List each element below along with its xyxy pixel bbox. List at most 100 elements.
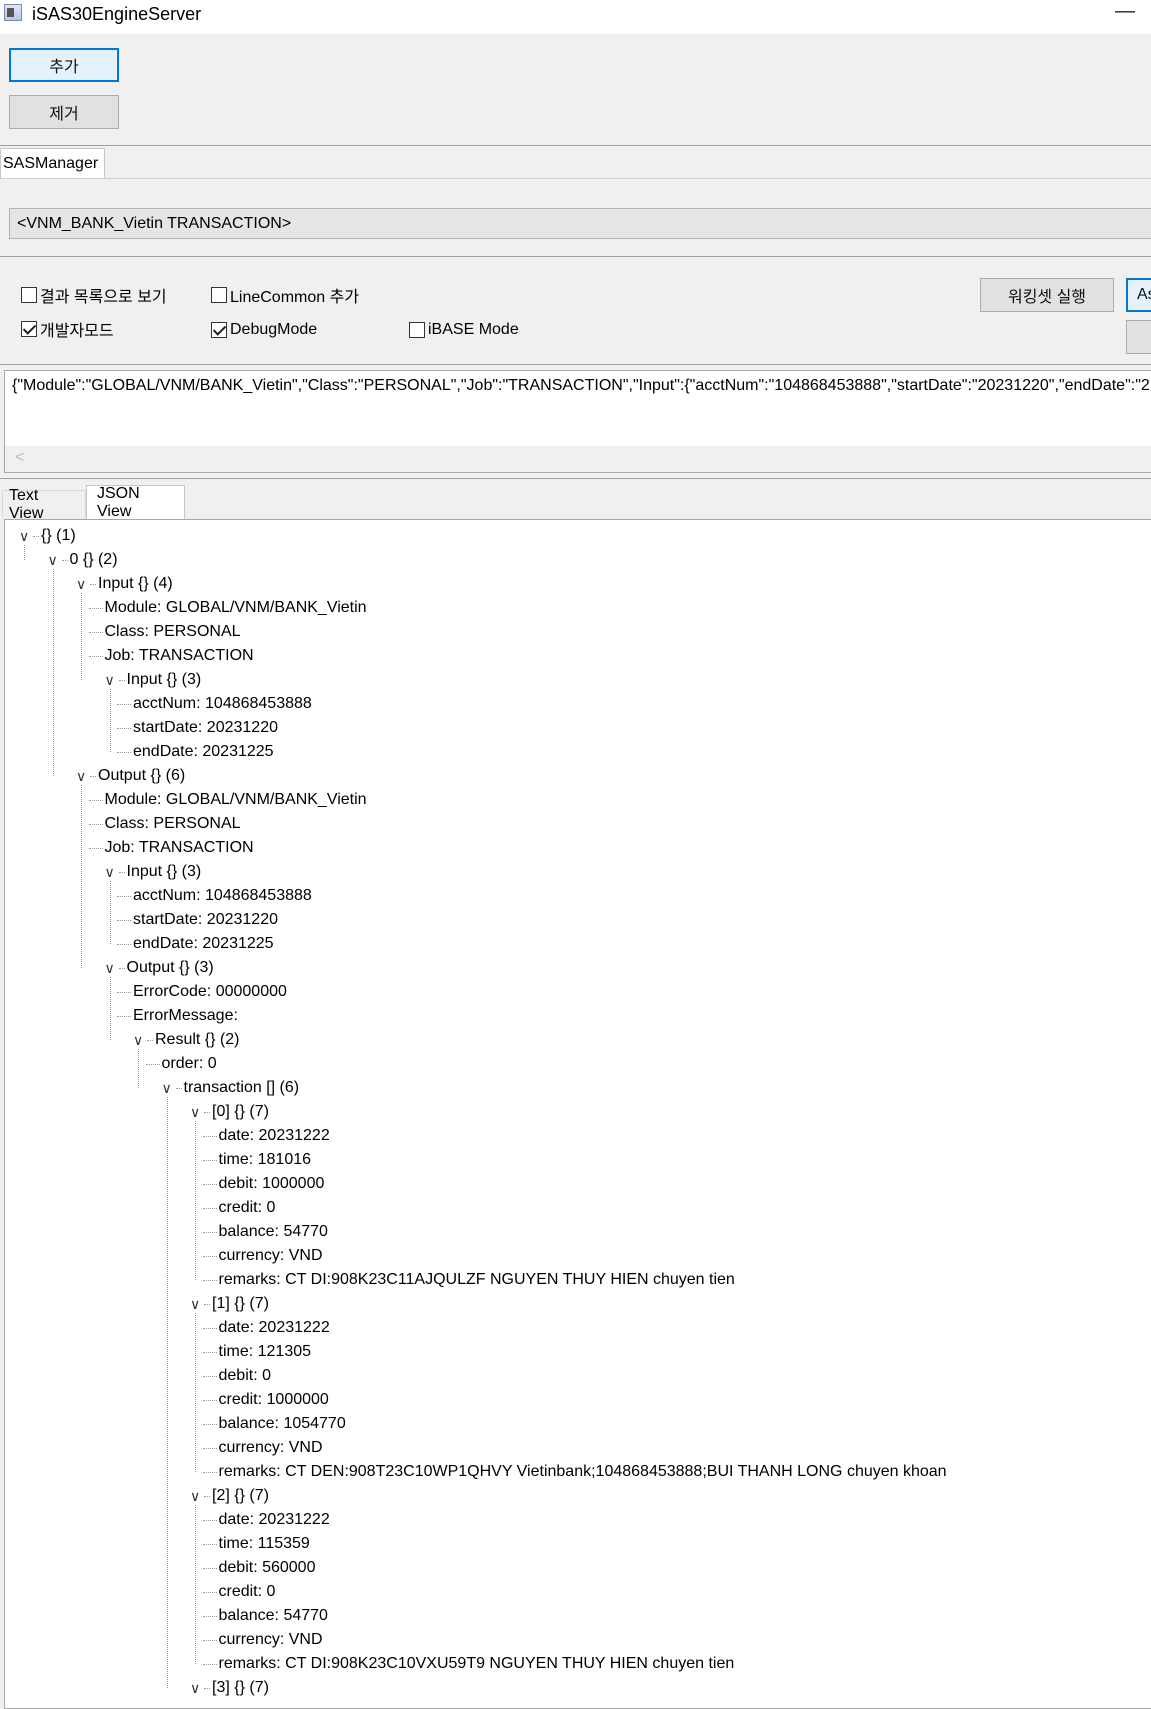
checkbox-box[interactable] — [21, 287, 37, 303]
tree-node-leaf[interactable]: date: 20231222 — [219, 1125, 330, 1147]
tab-text-view[interactable]: Text View — [2, 487, 86, 522]
tree-node-leaf[interactable]: time: 181016 — [219, 1149, 312, 1171]
tree-node-leaf[interactable]: credit: 0 — [219, 1581, 276, 1603]
tree-guide-line — [118, 968, 125, 969]
tree-node-leaf[interactable]: remarks: CT DI:908K23C11AJQULZF NGUYEN T… — [219, 1269, 735, 1291]
tree-node-leaf[interactable]: balance: 1054770 — [219, 1413, 346, 1435]
partial-button-2[interactable] — [1126, 320, 1151, 354]
chevron-down-icon[interactable]: ∨ — [105, 669, 115, 691]
tree-node-branch[interactable]: [0] {} (7) — [212, 1101, 269, 1123]
window-title: iSAS30EngineServer — [32, 4, 202, 24]
tree-node-leaf[interactable]: remarks: CT DI:908K23C10VXU59T9 NGUYEN T… — [219, 1653, 735, 1675]
checkbox-box[interactable] — [211, 322, 227, 338]
tree-node-branch[interactable]: Output {} (3) — [127, 957, 214, 979]
tree-node-leaf[interactable]: Class: PERSONAL — [105, 813, 241, 835]
tree-guide-line — [202, 1400, 217, 1401]
run-workingset-button[interactable]: 워킹셋 실행 — [980, 278, 1114, 312]
tree-node-leaf[interactable]: ErrorCode: 00000000 — [133, 981, 287, 1003]
tree-node-leaf[interactable]: debit: 0 — [219, 1365, 271, 1387]
tree-node-leaf[interactable]: credit: 0 — [219, 1197, 276, 1219]
line-common-checkbox[interactable]: LineCommon 추가 — [211, 285, 360, 306]
tree-node-leaf[interactable]: date: 20231222 — [219, 1509, 330, 1531]
tab-json-view[interactable]: JSON View — [86, 485, 185, 520]
tree-node-leaf[interactable]: startDate: 20231220 — [133, 717, 278, 739]
tree-node-branch[interactable]: {} (1) — [41, 525, 76, 547]
tab-sasmanager[interactable]: SASManager — [0, 148, 105, 179]
tree-node-leaf[interactable]: Job: TRANSACTION — [105, 645, 254, 667]
tree-node-leaf[interactable]: acctNum: 104868453888 — [133, 885, 312, 907]
dev-mode-checkbox[interactable]: 개발자모드 — [21, 319, 114, 340]
tree-node-leaf[interactable]: debit: 560000 — [219, 1557, 316, 1579]
tree-node-branch[interactable]: [3] {} (7) — [212, 1677, 269, 1699]
chevron-down-icon[interactable]: ∨ — [190, 1485, 200, 1507]
tree-node-leaf[interactable]: acctNum: 104868453888 — [133, 693, 312, 715]
tree-node-leaf[interactable]: time: 121305 — [219, 1341, 312, 1363]
checkbox-box[interactable] — [409, 322, 425, 338]
horizontal-scrollbar[interactable]: < — [5, 446, 1151, 472]
tree-guide-line — [88, 632, 103, 633]
tree-guide-line — [61, 560, 68, 561]
chevron-down-icon[interactable]: ∨ — [190, 1293, 200, 1315]
chevron-down-icon[interactable]: ∨ — [133, 1029, 143, 1051]
tree-node-branch[interactable]: Input {} (3) — [127, 669, 202, 691]
tree-node-leaf[interactable]: remarks: CT DEN:908T23C10WP1QHVY Vietinb… — [219, 1461, 947, 1483]
tree-node-leaf[interactable]: currency: VND — [219, 1629, 323, 1651]
tree-node-leaf[interactable]: endDate: 20231225 — [133, 741, 274, 763]
tree-node-branch[interactable]: Output {} (6) — [98, 765, 185, 787]
chevron-down-icon[interactable]: ∨ — [162, 1077, 172, 1099]
tree-node-leaf[interactable]: endDate: 20231225 — [133, 933, 274, 955]
chevron-down-icon[interactable]: ∨ — [76, 765, 86, 787]
tree-node-leaf[interactable]: balance: 54770 — [219, 1221, 328, 1243]
tree-node-leaf[interactable]: order: 0 — [162, 1053, 217, 1075]
arrow-left-icon[interactable]: < — [15, 449, 24, 467]
tree-guide-line — [175, 1088, 182, 1089]
module-selector[interactable]: <VNM_BANK_Vietin TRANSACTION> — [9, 208, 1151, 239]
ibase-mode-checkbox[interactable]: iBASE Mode — [409, 320, 519, 340]
tree-node-leaf[interactable]: Class: PERSONAL — [105, 621, 241, 643]
tree-node-leaf[interactable]: Module: GLOBAL/VNM/BANK_Vietin — [105, 597, 367, 619]
tree-node-leaf[interactable]: Module: GLOBAL/VNM/BANK_Vietin — [105, 789, 367, 811]
tree-node-leaf[interactable]: currency: VND — [219, 1437, 323, 1459]
tree-node-leaf[interactable]: date: 20231222 — [219, 1317, 330, 1339]
tree-node-leaf[interactable]: time: 115359 — [219, 1533, 310, 1555]
result-list-checkbox[interactable]: 결과 목록으로 보기 — [21, 285, 167, 306]
chevron-down-icon[interactable]: ∨ — [76, 573, 86, 595]
tree-node-leaf[interactable]: debit: 1000000 — [219, 1173, 325, 1195]
chevron-down-icon[interactable]: ∨ — [19, 525, 29, 547]
tree-node-leaf[interactable]: balance: 54770 — [219, 1605, 328, 1627]
tree-guide-line — [202, 1568, 217, 1569]
checkbox-box[interactable] — [211, 287, 227, 303]
json-tree[interactable]: ∨{} (1) ∨ 0 {} (2) ∨ Input {} (4) Module: GLO… — [4, 519, 1151, 1709]
tree-node-branch[interactable]: Result {} (2) — [155, 1029, 239, 1051]
checkbox-label: iBASE Mode — [428, 321, 519, 338]
minimize-button[interactable]: — — [1115, 0, 1135, 23]
partial-button[interactable]: As — [1126, 278, 1151, 312]
add-button[interactable]: 추가 — [9, 48, 119, 82]
tree-node-branch[interactable]: [1] {} (7) — [212, 1293, 269, 1315]
tree-guide-line — [166, 1097, 168, 1688]
tree-node-leaf[interactable]: Job: TRANSACTION — [105, 837, 254, 859]
tree-guide-line — [109, 689, 111, 752]
chevron-down-icon[interactable]: ∨ — [190, 1677, 200, 1699]
tree-node-leaf[interactable]: startDate: 20231220 — [133, 909, 278, 931]
remove-button[interactable]: 제거 — [9, 95, 119, 129]
tree-node-branch[interactable]: Input {} (3) — [127, 861, 202, 883]
tree-node-branch[interactable]: [2] {} (7) — [212, 1485, 269, 1507]
tree-node-branch[interactable]: 0 {} (2) — [70, 549, 118, 571]
checkbox-label: 개발자모드 — [40, 323, 114, 340]
json-input[interactable]: {"Module":"GLOBAL/VNM/BANK_Vietin","Clas… — [4, 370, 1151, 473]
tree-node-leaf[interactable]: ErrorMessage: — [133, 1005, 238, 1027]
chevron-down-icon[interactable]: ∨ — [190, 1101, 200, 1123]
chevron-down-icon[interactable]: ∨ — [105, 957, 115, 979]
chevron-down-icon[interactable]: ∨ — [48, 549, 58, 571]
tree-node-branch[interactable]: Input {} (4) — [98, 573, 173, 595]
checkbox-label: LineCommon 추가 — [230, 289, 360, 306]
debug-mode-checkbox[interactable]: DebugMode — [211, 320, 317, 340]
checkbox-box[interactable] — [21, 321, 37, 337]
chevron-down-icon[interactable]: ∨ — [105, 861, 115, 883]
tree-node-leaf[interactable]: credit: 1000000 — [219, 1389, 329, 1411]
tree-node-leaf[interactable]: currency: VND — [219, 1245, 323, 1267]
title-bar: iSAS30EngineServer — — [0, 0, 1151, 34]
tree-node-branch[interactable]: transaction [] (6) — [184, 1077, 300, 1099]
tree-guide-line — [202, 1592, 217, 1593]
